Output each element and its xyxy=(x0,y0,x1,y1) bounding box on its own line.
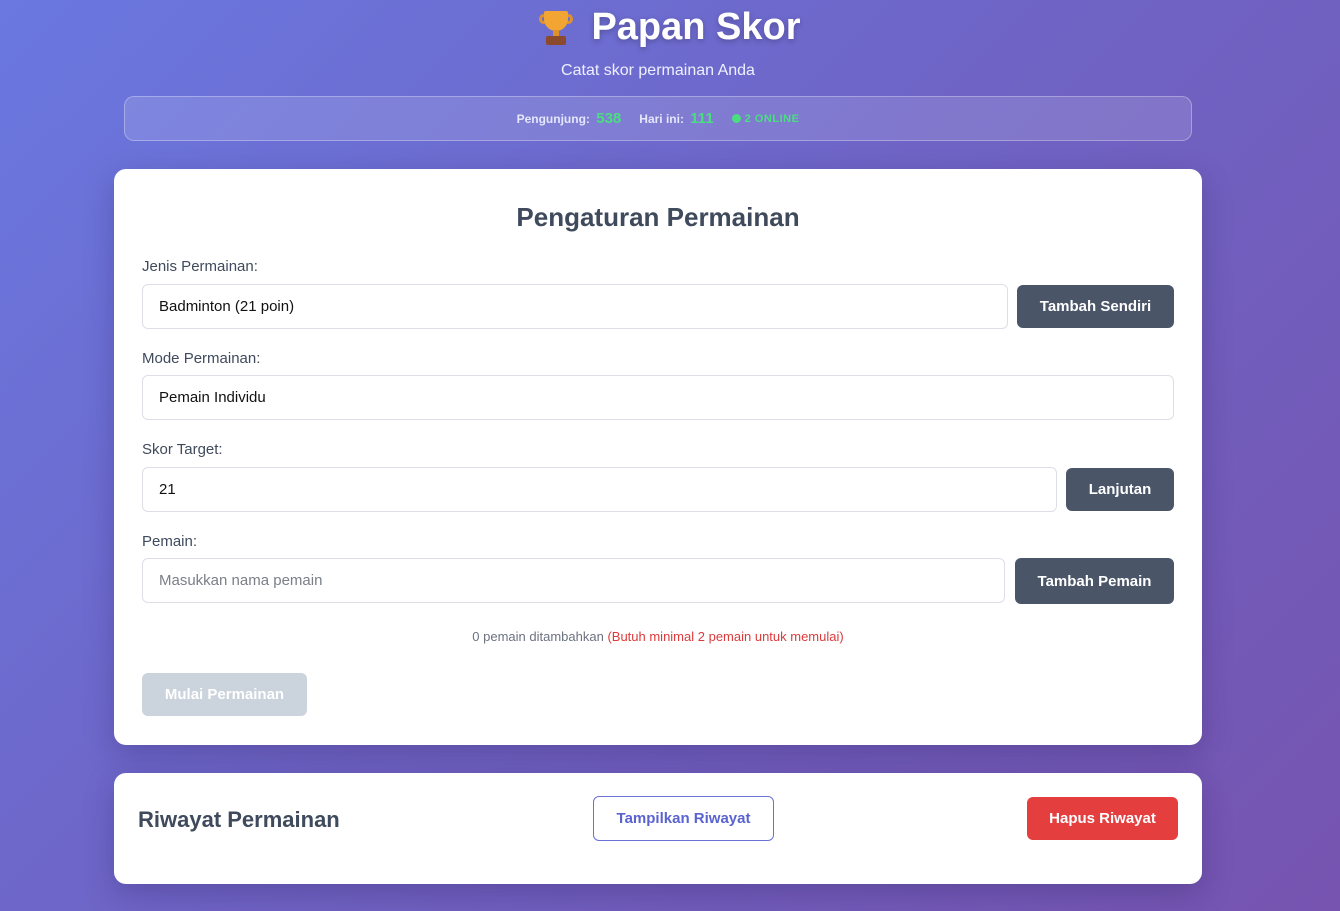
advanced-button[interactable]: Lanjutan xyxy=(1066,468,1174,511)
online-dot-icon xyxy=(731,114,741,123)
today-stat: Hari ini: 111 xyxy=(639,110,713,127)
player-count-text: 0 pemain ditambahkan xyxy=(472,629,604,644)
clear-history-button[interactable]: Hapus Riwayat xyxy=(1027,797,1178,840)
title-text: Papan Skor xyxy=(591,6,801,48)
game-setup-card: Pengaturan Permainan Jenis Permainan: Ba… xyxy=(114,169,1202,745)
add-custom-game-button[interactable]: Tambah Sendiri xyxy=(1017,285,1174,328)
player-count-info: 0 pemain ditambahkan (Butuh minimal 2 pe… xyxy=(114,629,1202,644)
visitors-stat: Pengunjung: 538 xyxy=(517,110,622,127)
today-label: Hari ini: xyxy=(639,112,684,126)
page-title: Papan Skor xyxy=(0,6,1316,49)
online-text: 2 ONLINE xyxy=(744,112,800,125)
visitors-count: 538 xyxy=(596,110,622,127)
players-label: Pemain: xyxy=(142,533,198,550)
player-warning-text: (Butuh minimal 2 pemain untuk memulai) xyxy=(607,629,844,644)
game-type-value: Badminton (21 poin) xyxy=(159,298,295,315)
game-type-select[interactable]: Badminton (21 poin) xyxy=(142,284,1008,329)
player-name-placeholder: Masukkan nama pemain xyxy=(159,572,323,589)
history-title: Riwayat Permainan xyxy=(138,807,340,832)
game-mode-select[interactable]: Pemain Individu xyxy=(142,375,1174,420)
add-player-button[interactable]: Tambah Pemain xyxy=(1015,558,1174,604)
target-score-input[interactable]: 21 xyxy=(142,467,1057,512)
player-name-input[interactable]: Masukkan nama pemain xyxy=(142,558,1005,603)
today-count: 111 xyxy=(690,110,714,127)
trophy-icon xyxy=(539,9,574,47)
visitors-label: Pengunjung: xyxy=(516,112,590,126)
game-mode-value: Pemain Individu xyxy=(159,389,266,406)
target-score-value: 21 xyxy=(159,481,176,498)
target-score-label: Skor Target: xyxy=(142,441,223,458)
setup-title: Pengaturan Permainan xyxy=(516,202,800,232)
game-history-card: Riwayat Permainan Tampilkan Riwayat Hapu… xyxy=(114,773,1202,884)
mode-label: Mode Permainan: xyxy=(142,350,261,367)
game-type-label: Jenis Permainan: xyxy=(142,258,258,275)
show-history-button[interactable]: Tampilkan Riwayat xyxy=(593,796,774,841)
start-game-button[interactable]: Mulai Permainan xyxy=(142,673,307,716)
page-subtitle: Catat skor permainan Anda xyxy=(561,62,755,79)
online-status: 2 ONLINE xyxy=(731,112,800,125)
visitor-stats-bar: Pengunjung: 538 Hari ini: 111 2 ONLINE xyxy=(124,96,1192,141)
